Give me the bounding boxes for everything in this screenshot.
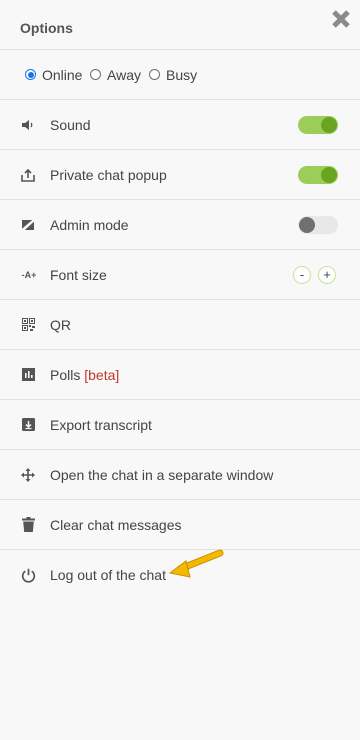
private-chat-popup-label: Private chat popup xyxy=(50,166,167,183)
admin-mode-label: Admin mode xyxy=(50,216,129,233)
toggle-knob xyxy=(299,216,315,233)
admin-mode-row[interactable]: Admin mode xyxy=(0,200,360,250)
power-icon xyxy=(20,567,36,583)
font-size-row: -A+ Font size - + xyxy=(0,250,360,300)
open-separate-window-row[interactable]: Open the chat in a separate window xyxy=(0,450,360,500)
move-icon xyxy=(20,467,36,483)
toggle-knob xyxy=(321,166,337,183)
admin-mode-toggle[interactable] xyxy=(298,215,338,234)
font-size-icon-text: -A+ xyxy=(21,269,37,280)
font-size-decrease-button[interactable]: - xyxy=(293,265,311,284)
popup-icon xyxy=(20,167,36,183)
status-busy-label: Busy xyxy=(166,66,198,83)
trash-icon xyxy=(20,517,36,533)
toggle-knob xyxy=(321,116,337,133)
status-online-label: Online xyxy=(42,66,83,83)
font-size-label: Font size xyxy=(50,266,107,283)
sound-row[interactable]: Sound xyxy=(0,100,360,150)
clear-chat-label: Clear chat messages xyxy=(50,516,182,533)
options-title: Options xyxy=(20,20,73,36)
sound-toggle[interactable] xyxy=(298,115,338,134)
status-selector: Online Away Busy xyxy=(0,50,360,100)
status-away-label: Away xyxy=(107,66,141,83)
poll-icon xyxy=(20,367,36,383)
status-online-radio[interactable] xyxy=(25,69,36,80)
export-icon xyxy=(20,417,36,433)
font-size-icon: -A+ xyxy=(19,267,39,283)
qr-icon xyxy=(20,317,36,333)
options-header: Options xyxy=(0,0,360,50)
options-panel: Options Online Away Busy Sound Private c… xyxy=(0,0,360,740)
close-icon[interactable] xyxy=(330,8,352,30)
sound-label: Sound xyxy=(50,116,91,133)
polls-label-text: Polls xyxy=(50,366,81,383)
clear-chat-row[interactable]: Clear chat messages xyxy=(0,500,360,550)
status-busy-option[interactable]: Busy xyxy=(149,67,197,83)
private-chat-popup-row[interactable]: Private chat popup xyxy=(0,150,360,200)
qr-row[interactable]: QR xyxy=(0,300,360,350)
polls-label: Polls [beta] xyxy=(50,367,119,383)
speaker-icon xyxy=(20,117,36,133)
status-busy-radio[interactable] xyxy=(149,69,160,80)
status-online-option[interactable]: Online xyxy=(25,67,82,83)
status-away-option[interactable]: Away xyxy=(90,67,141,83)
font-size-increase-button[interactable]: + xyxy=(318,265,336,284)
status-away-radio[interactable] xyxy=(90,69,101,80)
admin-icon xyxy=(20,217,36,233)
export-transcript-row[interactable]: Export transcript xyxy=(0,400,360,450)
qr-label: QR xyxy=(50,316,71,333)
logout-label: Log out of the chat xyxy=(50,567,166,583)
private-chat-popup-toggle[interactable] xyxy=(298,165,338,184)
open-separate-window-label: Open the chat in a separate window xyxy=(50,466,274,483)
beta-badge: [beta] xyxy=(84,366,120,383)
export-transcript-label: Export transcript xyxy=(50,416,152,433)
pointer-arrow-icon xyxy=(168,549,224,578)
polls-row[interactable]: Polls [beta] xyxy=(0,350,360,400)
